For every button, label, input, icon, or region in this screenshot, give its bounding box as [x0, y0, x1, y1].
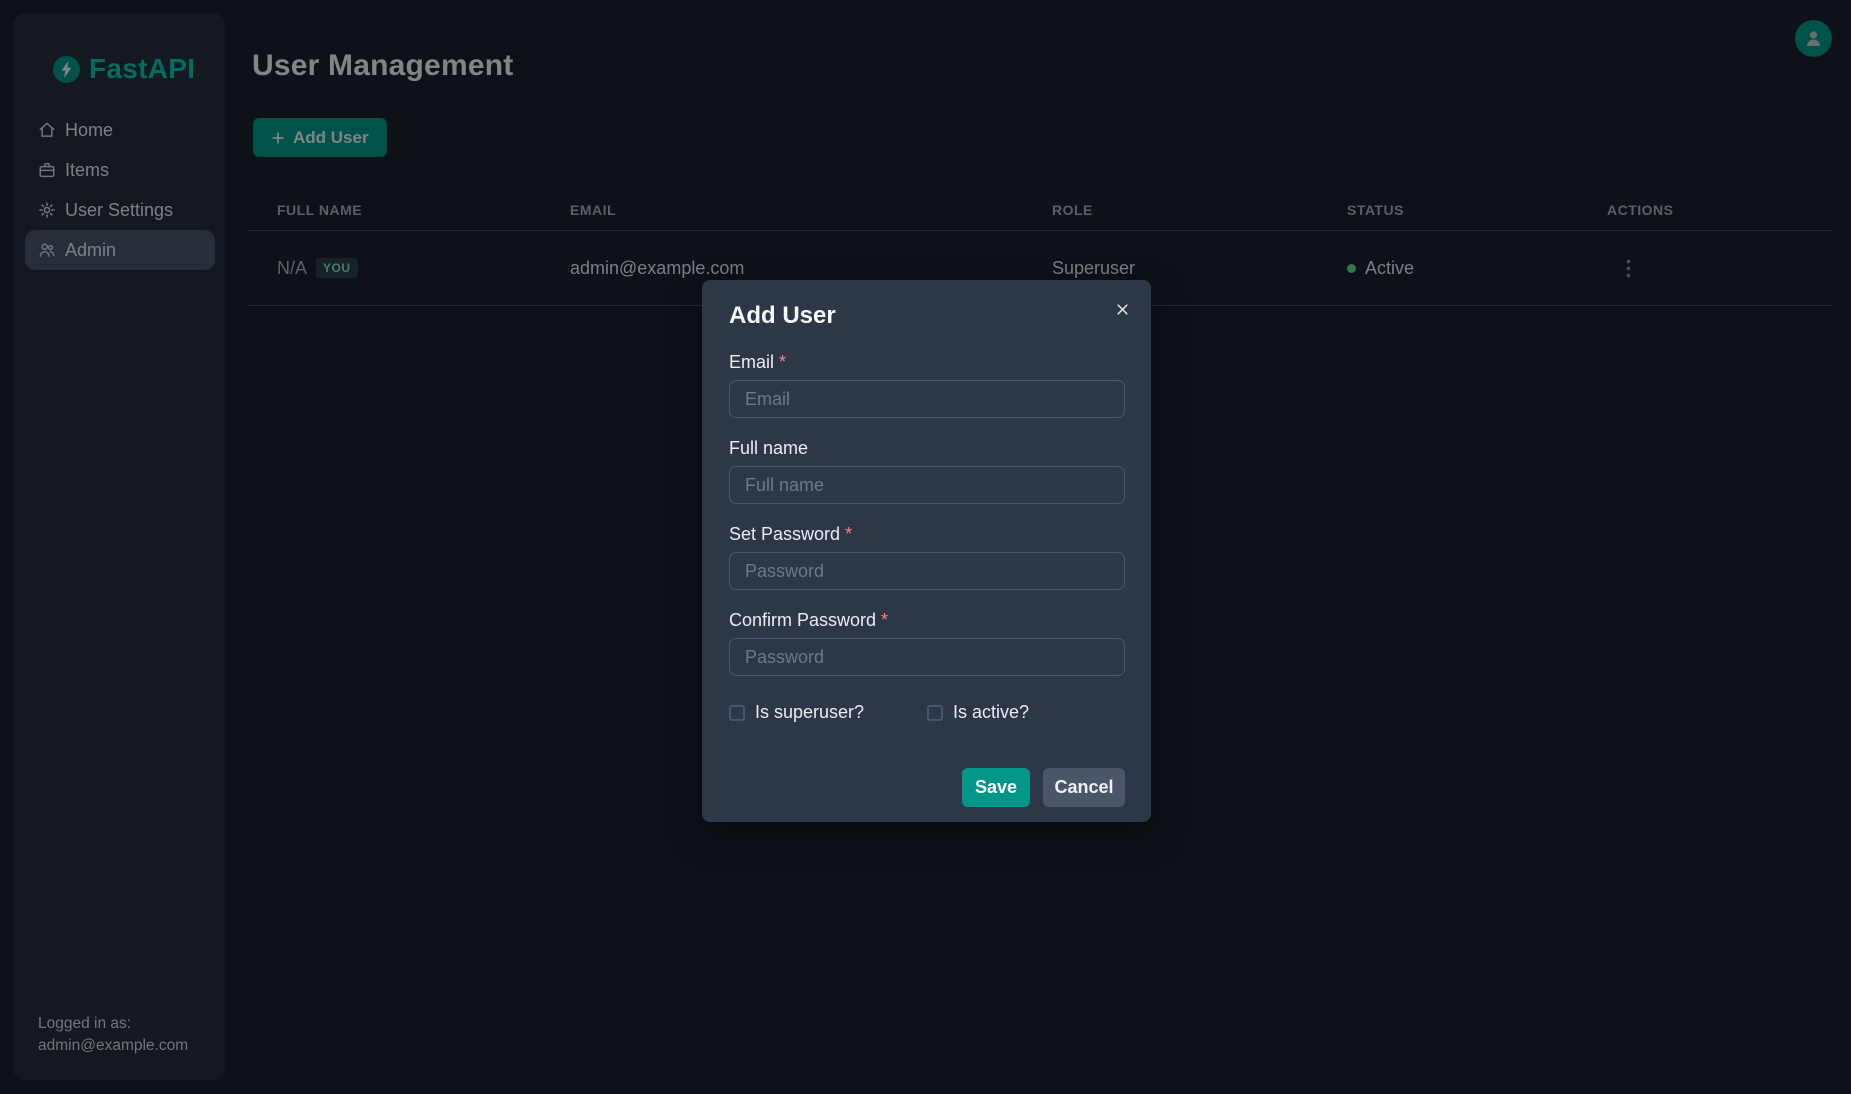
- checkbox-icon: [729, 705, 745, 721]
- confirm-password-field-group: Confirm Password*: [729, 610, 1125, 676]
- required-asterisk: *: [779, 352, 786, 372]
- required-asterisk: *: [881, 610, 888, 630]
- is-active-label: Is active?: [953, 702, 1029, 723]
- full-name-field-group: Full name: [729, 438, 1125, 504]
- save-button[interactable]: Save: [962, 768, 1030, 807]
- confirm-password-input[interactable]: [729, 638, 1125, 676]
- email-input[interactable]: [729, 380, 1125, 418]
- email-field-group: Email*: [729, 352, 1125, 418]
- checkbox-icon: [927, 705, 943, 721]
- set-password-label: Set Password: [729, 524, 840, 544]
- required-asterisk: *: [845, 524, 852, 544]
- full-name-input[interactable]: [729, 466, 1125, 504]
- modal-title: Add User: [729, 304, 1125, 328]
- set-password-field-group: Set Password*: [729, 524, 1125, 590]
- is-superuser-checkbox[interactable]: Is superuser?: [729, 702, 927, 723]
- close-icon: [1115, 302, 1130, 317]
- password-input[interactable]: [729, 552, 1125, 590]
- close-button[interactable]: [1106, 293, 1138, 325]
- add-user-modal: Add User Email* Full name Set Password*: [702, 280, 1151, 822]
- email-label: Email: [729, 352, 774, 372]
- is-superuser-label: Is superuser?: [755, 702, 864, 723]
- modal-footer: Save Cancel: [729, 768, 1125, 807]
- cancel-button[interactable]: Cancel: [1043, 768, 1125, 807]
- confirm-password-label: Confirm Password: [729, 610, 876, 630]
- full-name-label: Full name: [729, 438, 808, 458]
- is-active-checkbox[interactable]: Is active?: [927, 702, 1125, 723]
- modal-form: Email* Full name Set Password* Confirm P…: [729, 352, 1125, 676]
- checkbox-row: Is superuser? Is active?: [729, 702, 1125, 723]
